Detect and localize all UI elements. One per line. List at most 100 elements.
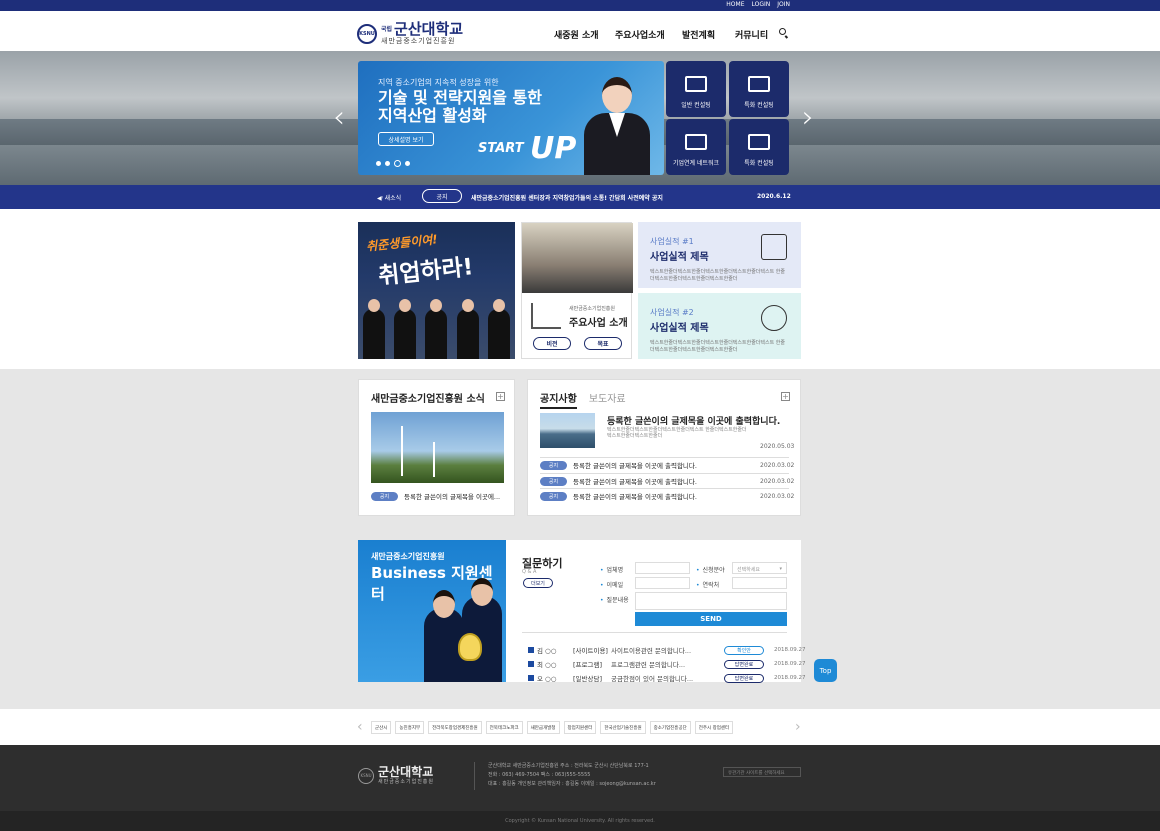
institute-news-title: 새만금중소기업진흥원 소식 — [371, 394, 485, 405]
tab-notice[interactable]: 공지사항 — [540, 390, 577, 409]
search-icon[interactable] — [779, 28, 786, 35]
content-label: 질문내용 — [600, 595, 629, 604]
contact-field[interactable] — [732, 577, 787, 589]
scroll-top-button[interactable]: Top — [814, 659, 837, 682]
company-label: 업체명 — [600, 565, 624, 574]
tile-general-consulting[interactable]: 일반 컨설팅 — [666, 61, 726, 117]
perf-desc: 텍스트한줄더텍스트한줄더텍스트한줄더텍스트한줄더텍스트 한줄더텍스트한줄더텍스트… — [650, 269, 785, 282]
ticker-label-text: 새소식 — [384, 195, 402, 202]
lightbulb-icon — [458, 633, 482, 661]
business-support-banner[interactable]: 새만금중소기업진흥원 Business 지원센터 — [358, 540, 506, 682]
feature-section: 취준생들이여! 취업하라! 새만금중소기업진흥원 주요사업 소개 비전 목표 사… — [0, 209, 1160, 369]
notice-row[interactable]: 공지 등록한 글쓴이의 글제목을 이곳에 출력합니다. — [540, 460, 697, 470]
notice-feature-title[interactable]: 등록한 글쓴이의 글제목을 이곳에 출력합니다. — [607, 414, 780, 427]
performance-card-2[interactable]: 사업실적 #2 사업실적 제목 텍스트한줄더텍스트한줄더텍스트한줄더텍스트한줄더… — [638, 293, 801, 359]
question-author: 오 ○○ — [537, 675, 557, 683]
notice-feature-desc: 텍스트한줄더텍스트한줄더텍스트한줄더텍스트 한줄더텍스트한줄더텍스트한줄더텍스트… — [607, 427, 747, 439]
partner-logo[interactable]: 한국산업기술진흥원 — [600, 721, 646, 734]
partner-logo[interactable]: 농진흥지부 — [395, 721, 425, 734]
partner-logo[interactable]: 군산시 — [371, 721, 392, 734]
more-plus-icon[interactable]: + — [781, 392, 790, 401]
question-row[interactable]: 김 ○○ [사이트이용] 사이트이용관련 문의합니다... 확인안 2018.0… — [528, 645, 806, 655]
banner-start-text: START — [478, 141, 524, 156]
partner-next-arrow-icon[interactable]: › — [795, 720, 801, 734]
company-field[interactable] — [635, 562, 690, 574]
notice-tag: 공지 — [540, 491, 567, 501]
content-field[interactable] — [635, 592, 787, 610]
question-more-button[interactable]: 더보기 — [523, 578, 553, 588]
site-logo[interactable]: KSNU 국립 군산대학교 새만금중소기업진흥원 — [357, 22, 463, 46]
partner-logo[interactable]: 전북테크노파크 — [485, 721, 523, 734]
partner-logo[interactable]: 중소기업진흥공단 — [649, 721, 691, 734]
slider-next-arrow-icon[interactable]: › — [802, 103, 818, 133]
email-field[interactable] — [635, 577, 690, 589]
notice-tag: 공지 — [371, 491, 398, 501]
tab-press[interactable]: 보도자료 — [589, 390, 626, 409]
tile-label: 특화 컨설팅 — [744, 102, 774, 109]
question-author: 최 ○○ — [537, 661, 557, 669]
tile-network[interactable]: 기업연계 네트워크 — [666, 119, 726, 175]
university-emblem-icon: KSNU — [357, 24, 377, 44]
slider-dots — [376, 160, 410, 167]
field-select[interactable]: 선택하세요 ▾ — [732, 562, 787, 574]
tile-label: 일반 컨설팅 — [681, 102, 711, 109]
user-icon — [528, 661, 534, 667]
top-utility-bar: HOME LOGIN JOIN — [0, 0, 1160, 11]
performance-card-1[interactable]: 사업실적 #1 사업실적 제목 텍스트한줄더텍스트한줄더텍스트한줄더텍스트한줄더… — [638, 222, 801, 288]
nav-item-about[interactable]: 새중원 소개 — [554, 28, 599, 41]
slider-dot-active[interactable] — [394, 160, 401, 167]
news-item[interactable]: 공지 등록한 글쓴이의 글제목을 이곳에... — [371, 491, 500, 501]
footer-logo: KSNU 군산대학교 새만금중소기업진흥원 — [358, 766, 434, 785]
banner-detail-button[interactable]: 상세설명 보기 — [378, 132, 434, 146]
login-link[interactable]: LOGIN — [751, 1, 770, 8]
notice-row-text: 등록한 글쓴이의 글제목을 이곳에 출력합니다. — [573, 478, 697, 486]
divider — [540, 473, 789, 474]
ticker-text[interactable]: 새만금중소기업진흥원 센터장과 지역창업가들의 소통! 간담회 사전예약 공지 — [471, 193, 663, 202]
question-row[interactable]: 최 ○○ [프로그램] 프로그램관련 문의합니다... 답변완료 2018.09… — [528, 659, 806, 669]
job-poster-banner[interactable]: 취준생들이여! 취업하라! — [358, 222, 515, 359]
field-select-value: 선택하세요 — [737, 567, 761, 573]
slider-prev-arrow-icon[interactable]: ‹ — [333, 103, 349, 133]
nav-item-plan[interactable]: 발전계획 — [682, 28, 715, 41]
partner-logo[interactable]: 전라북도창업경제진흥원 — [428, 721, 482, 734]
user-icon — [528, 647, 534, 653]
partner-logo[interactable]: 창업지원센터 — [563, 721, 597, 734]
user-icon — [528, 675, 534, 681]
notice-row-text: 등록한 글쓴이의 글제목을 이곳에 출력합니다. — [573, 462, 697, 470]
question-category: [사이트이용] — [573, 647, 608, 655]
logo-title: 국립 군산대학교 — [381, 22, 463, 37]
support-section: 새만금중소기업진흥원 Business 지원센터 질문하기 Q & A 더보기 … — [0, 528, 1160, 709]
news-section: 새만금중소기업진흥원 소식 + 공지 등록한 글쓴이의 글제목을 이곳에... … — [0, 369, 1160, 528]
notice-row[interactable]: 공지 등록한 글쓴이의 글제목을 이곳에 출력합니다. — [540, 491, 697, 501]
partner-logo[interactable]: 새만금개발청 — [526, 721, 560, 734]
partner-prev-arrow-icon[interactable]: ‹ — [357, 720, 363, 734]
slider-dot-1[interactable] — [376, 161, 381, 166]
field-label: 신청분야 — [696, 565, 725, 574]
join-link[interactable]: JOIN — [777, 1, 790, 8]
send-button[interactable]: SEND — [635, 612, 787, 626]
nav-item-business[interactable]: 주요사업소개 — [615, 28, 665, 41]
more-plus-icon[interactable]: + — [496, 392, 505, 401]
partner-logo[interactable]: 전주시 창업센터 — [694, 721, 734, 734]
wind-turbine-image[interactable] — [371, 412, 504, 483]
conference-photo — [522, 223, 633, 293]
notice-feature-image[interactable] — [540, 413, 595, 448]
family-site-select[interactable]: 유관기관 사이트를 선택하세요 — [723, 767, 801, 777]
slider-dot-4[interactable] — [405, 161, 410, 166]
notice-tag: 공지 — [540, 476, 567, 486]
nav-item-community[interactable]: 커뮤니티 — [735, 28, 768, 41]
notice-row[interactable]: 공지 등록한 글쓴이의 글제목을 이곳에 출력합니다. — [540, 476, 697, 486]
question-row[interactable]: 오 ○○ [일반상담] 궁금한점이 있어 문의합니다... 답변완료 2018.… — [528, 673, 806, 683]
status-badge: 답변완료 — [724, 659, 764, 669]
tile-special-consulting-2[interactable]: 특화 컨설팅 — [729, 119, 789, 175]
home-link[interactable]: HOME — [726, 1, 744, 8]
slider-dot-2[interactable] — [385, 161, 390, 166]
goal-button[interactable]: 목표 — [584, 337, 622, 350]
chevron-down-icon: ▾ — [779, 566, 782, 572]
news-ticker: ◀ᵎ 새소식 공지 새만금중소기업진흥원 센터장과 지역창업가들의 소통! 간담… — [0, 185, 1160, 209]
vision-button[interactable]: 비전 — [533, 337, 571, 350]
job-poster-people — [358, 299, 515, 359]
tile-special-consulting[interactable]: 특화 컨설팅 — [729, 61, 789, 117]
growth-chart-icon — [531, 303, 561, 329]
document-chart-icon — [761, 234, 787, 260]
